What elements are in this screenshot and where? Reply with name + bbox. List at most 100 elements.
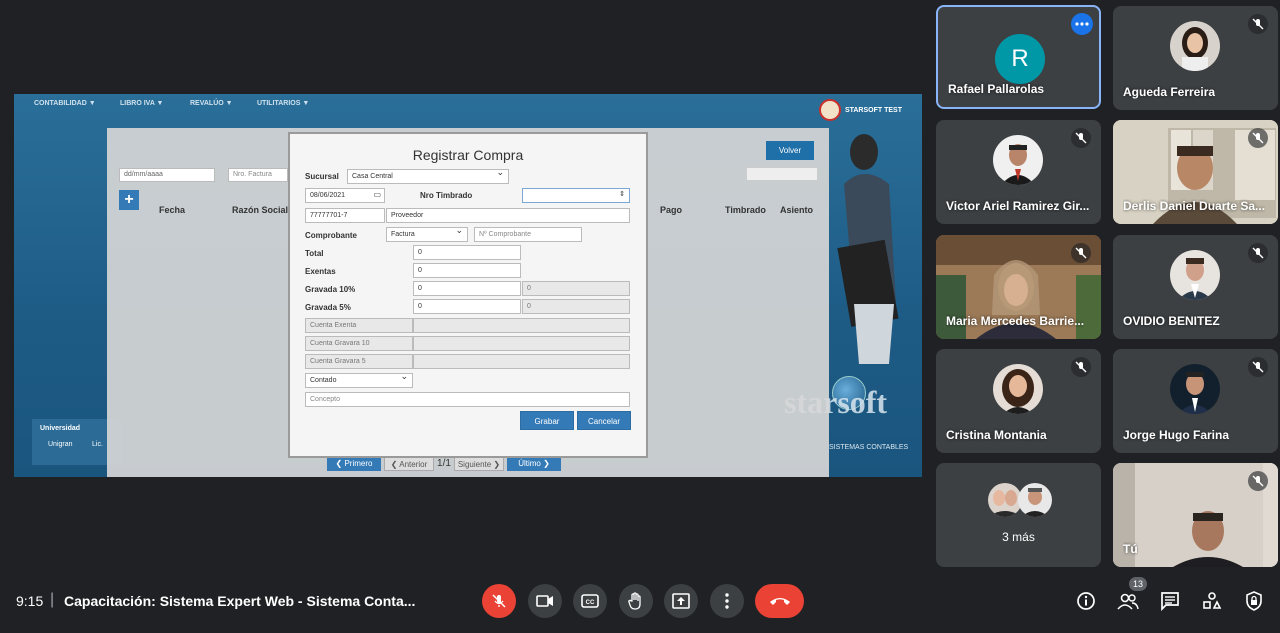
more-options-button[interactable] bbox=[710, 584, 744, 618]
total-input[interactable]: 0 bbox=[413, 245, 521, 260]
nro-timbrado-label: Nro Timbrado bbox=[420, 191, 473, 200]
participant-name: Maria Mercedes Barrie... bbox=[946, 314, 1085, 328]
nro-comprobante-input[interactable]: Nº Comprobante bbox=[474, 227, 582, 242]
people-button[interactable] bbox=[1116, 589, 1140, 613]
gravada5-input[interactable]: 0 bbox=[413, 299, 521, 314]
host-controls-button[interactable] bbox=[1242, 589, 1266, 613]
participant-tile[interactable]: R Rafael Pallarolas bbox=[936, 5, 1101, 109]
exentas-input[interactable]: 0 bbox=[413, 263, 521, 278]
pago-select[interactable]: Contado bbox=[305, 372, 413, 388]
gravada5-label: Gravada 5% bbox=[305, 303, 351, 312]
gravada10-input[interactable]: 0 bbox=[413, 281, 521, 296]
shapes-icon bbox=[1203, 592, 1222, 609]
modal-title: Registrar Compra bbox=[412, 147, 524, 163]
nro-timbrado-select[interactable]: ⇕ bbox=[522, 188, 630, 203]
date-filter-input[interactable]: dd/mm/aaaa bbox=[119, 168, 215, 182]
participant-tile[interactable]: OVIDIO BENITEZ bbox=[1113, 235, 1278, 339]
participant-name: Agueda Ferreira bbox=[1123, 85, 1216, 99]
more-options-icon[interactable] bbox=[1071, 13, 1093, 35]
camera-toggle-button[interactable] bbox=[528, 584, 562, 618]
avatar: R bbox=[995, 34, 1045, 84]
gravada10-label: Gravada 10% bbox=[305, 285, 356, 294]
more-vert-icon bbox=[725, 593, 729, 609]
raise-hand-button[interactable] bbox=[619, 584, 653, 618]
university-item-unigran: Unigran bbox=[48, 441, 73, 448]
info-icon bbox=[1077, 592, 1095, 610]
participant-name: Victor Ariel Ramirez Gir... bbox=[946, 199, 1090, 213]
header-asiento: Asiento bbox=[780, 205, 814, 215]
participant-name: Derlis Daniel Duarte Sa... bbox=[1123, 199, 1266, 213]
add-button[interactable]: + bbox=[119, 190, 139, 210]
nav-libro-iva[interactable]: LIBRO IVA ▼ bbox=[120, 100, 163, 107]
concepto-input[interactable]: Concepto bbox=[305, 392, 630, 407]
comprobante-type-select[interactable]: Factura bbox=[386, 226, 468, 242]
participant-tile[interactable]: Derlis Daniel Duarte Sa... bbox=[1113, 120, 1278, 224]
cuenta-exenta-desc bbox=[413, 318, 630, 333]
gravada10-iva-field: 0 bbox=[522, 281, 630, 296]
participant-tile[interactable]: Maria Mercedes Barrie... bbox=[936, 235, 1101, 339]
header-timbrado: Timbrado bbox=[725, 205, 766, 215]
sucursal-select[interactable]: Casa Central bbox=[347, 168, 509, 184]
participant-tile[interactable]: Jorge Hugo Farina bbox=[1113, 349, 1278, 453]
pager-last-button[interactable]: Último ❯ bbox=[507, 457, 561, 471]
fecha-input[interactable]: 08/06/2021 ▭ bbox=[305, 188, 385, 203]
exentas-label: Exentas bbox=[305, 267, 336, 276]
brand-logo-icon bbox=[818, 99, 841, 121]
mic-toggle-button[interactable] bbox=[482, 584, 516, 618]
brand-top: STARSOFT TEST bbox=[818, 99, 902, 121]
avatar bbox=[1170, 250, 1220, 300]
more-participants-label: 3 más bbox=[1002, 530, 1035, 544]
participant-name: OVIDIO BENITEZ bbox=[1123, 314, 1220, 328]
avatar bbox=[1170, 21, 1220, 71]
cuenta-gravada5-desc bbox=[413, 354, 630, 369]
mic-off-icon bbox=[1071, 243, 1091, 263]
cuenta-exenta-field: Cuenta Exenta bbox=[305, 318, 413, 333]
pager-page-indicator: 1/1 bbox=[437, 458, 451, 469]
more-participants-tile[interactable]: 3 más bbox=[936, 463, 1101, 567]
captions-button[interactable]: CC bbox=[573, 584, 607, 618]
nav-revaluo[interactable]: REVALÚO ▼ bbox=[190, 100, 233, 107]
volver-button[interactable]: Volver bbox=[766, 141, 814, 160]
chat-button[interactable] bbox=[1158, 589, 1182, 613]
present-button[interactable] bbox=[664, 584, 698, 618]
camera-icon bbox=[536, 595, 553, 607]
registrar-compra-modal: Registrar Compra Sucursal Casa Central 0… bbox=[288, 132, 648, 458]
people-count-badge: 13 bbox=[1129, 577, 1147, 591]
pager-next-button[interactable]: Siguiente ❯ bbox=[454, 457, 504, 471]
mic-off-icon bbox=[1248, 357, 1268, 377]
cuenta-gravada5-field: Cuenta Gravara 5 bbox=[305, 354, 413, 369]
avatar bbox=[993, 135, 1043, 185]
nav-utilitarios[interactable]: UTILITARIOS ▼ bbox=[257, 100, 309, 107]
pager-prev-button[interactable]: ❮ Anterior bbox=[384, 457, 434, 471]
participant-name: Rafael Pallarolas bbox=[948, 82, 1045, 96]
participant-name: Tú bbox=[1123, 542, 1138, 556]
ruc-input[interactable]: 77777701-7 bbox=[305, 208, 385, 223]
person-graphic-icon bbox=[837, 134, 899, 364]
cancelar-button[interactable]: Cancelar bbox=[577, 411, 631, 430]
proveedor-input[interactable]: Proveedor bbox=[386, 208, 630, 223]
cuenta-gravada10-field: Cuenta Gravara 10 bbox=[305, 336, 413, 351]
header-razon-social: Razón Social bbox=[232, 205, 289, 215]
header-pago: Pago bbox=[660, 205, 683, 215]
comprobante-label: Comprobante bbox=[305, 231, 357, 240]
nav-contabilidad[interactable]: CONTABILIDAD ▼ bbox=[34, 100, 96, 107]
right-filter-input[interactable] bbox=[746, 167, 818, 181]
participant-tile[interactable]: Agueda Ferreira bbox=[1113, 6, 1278, 110]
pager-first-button[interactable]: ❮ Primero bbox=[327, 457, 381, 471]
avatar bbox=[1018, 483, 1052, 517]
meeting-info-button[interactable] bbox=[1074, 589, 1098, 613]
end-call-button[interactable] bbox=[755, 584, 804, 618]
self-tile[interactable]: Tú bbox=[1113, 463, 1278, 567]
participant-name: Cristina Montania bbox=[946, 428, 1047, 442]
hand-icon bbox=[628, 592, 641, 610]
participant-tile[interactable]: Cristina Montania bbox=[936, 349, 1101, 453]
participant-tile[interactable]: Victor Ariel Ramirez Gir... bbox=[936, 120, 1101, 224]
grabar-button[interactable]: Grabar bbox=[520, 411, 574, 430]
activities-button[interactable] bbox=[1200, 589, 1224, 613]
meeting-time: 9:15 bbox=[16, 593, 44, 609]
people-icon bbox=[1117, 593, 1139, 610]
hang-up-icon bbox=[769, 598, 790, 605]
brand-name: STARSOFT TEST bbox=[844, 106, 902, 114]
avatar bbox=[988, 483, 1022, 517]
nro-factura-filter-input[interactable]: Nro. Factura bbox=[228, 168, 288, 182]
